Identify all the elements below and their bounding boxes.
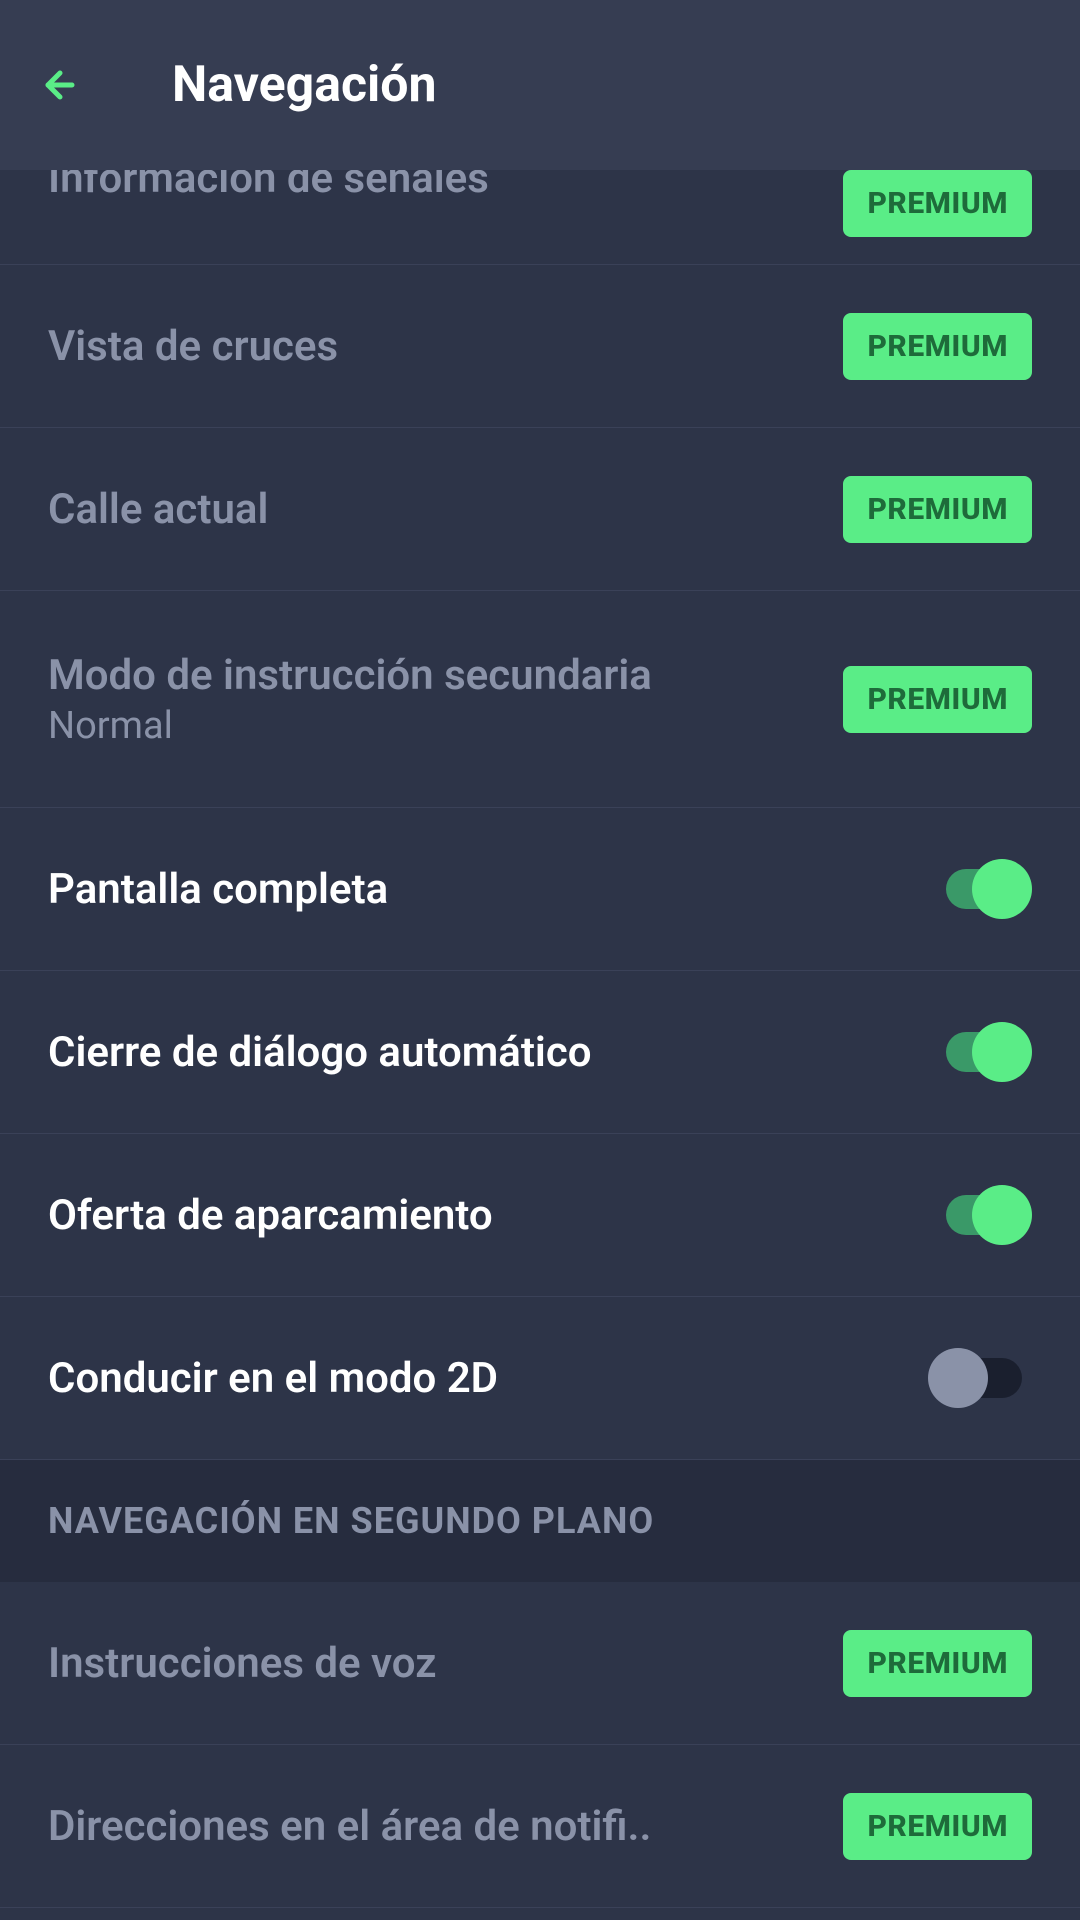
setting-label: Calle actual: [48, 485, 843, 534]
toggle-thumb: [972, 1022, 1032, 1082]
setting-text: Instrucciones de voz: [48, 1639, 843, 1688]
premium-badge[interactable]: PREMIUM: [843, 1793, 1032, 1860]
setting-text: Conducir en el modo 2D: [48, 1354, 936, 1403]
header: Navegación: [0, 0, 1080, 170]
setting-row-signal-info[interactable]: Información de señales PREMIUM: [0, 170, 1080, 265]
setting-row-notification-directions[interactable]: Direcciones en el área de notifi.. PREMI…: [0, 1745, 1080, 1908]
setting-label: Cierre de diálogo automático: [48, 1028, 936, 1077]
setting-text: Calle actual: [48, 485, 843, 534]
setting-row-junction-view[interactable]: Vista de cruces PREMIUM: [0, 265, 1080, 428]
setting-row-auto-close-dialog[interactable]: Cierre de diálogo automático: [0, 971, 1080, 1134]
toggle-fullscreen[interactable]: [936, 859, 1032, 919]
setting-text: Direcciones en el área de notifi..: [48, 1802, 843, 1851]
premium-badge[interactable]: PREMIUM: [843, 666, 1032, 733]
setting-text: Información de señales: [48, 170, 843, 203]
premium-badge[interactable]: PREMIUM: [843, 313, 1032, 380]
settings-list: Información de señales PREMIUM Vista de …: [0, 170, 1080, 1920]
toggle-thumb: [928, 1348, 988, 1408]
setting-label: Vista de cruces: [48, 322, 843, 371]
setting-row-current-street[interactable]: Calle actual PREMIUM: [0, 428, 1080, 591]
setting-text: Pantalla completa: [48, 865, 936, 914]
premium-badge[interactable]: PREMIUM: [843, 1630, 1032, 1697]
premium-badge[interactable]: PREMIUM: [843, 476, 1032, 543]
setting-sublabel: Normal: [48, 704, 843, 748]
toggle-thumb: [972, 859, 1032, 919]
page-title: Navegación: [172, 56, 437, 114]
setting-text: Modo de instrucción secundaria Normal: [48, 651, 843, 748]
premium-badge[interactable]: PREMIUM: [843, 170, 1032, 237]
setting-row-parking-offer[interactable]: Oferta de aparcamiento: [0, 1134, 1080, 1297]
setting-row-voice-instructions[interactable]: Instrucciones de voz PREMIUM: [0, 1582, 1080, 1745]
back-arrow-icon[interactable]: [24, 55, 84, 115]
setting-text: Oferta de aparcamiento: [48, 1191, 936, 1240]
setting-row-secondary-instruction[interactable]: Modo de instrucción secundaria Normal PR…: [0, 591, 1080, 808]
setting-label: Información de señales: [48, 170, 843, 203]
toggle-2d-mode[interactable]: [936, 1348, 1032, 1408]
setting-label: Direcciones en el área de notifi..: [48, 1802, 798, 1851]
setting-label: Modo de instrucción secundaria: [48, 651, 843, 700]
setting-row-drive-2d[interactable]: Conducir en el modo 2D: [0, 1297, 1080, 1460]
section-header-background-nav: NAVEGACIÓN EN SEGUNDO PLANO: [0, 1460, 1080, 1582]
setting-text: Cierre de diálogo automático: [48, 1028, 936, 1077]
setting-text: Vista de cruces: [48, 322, 843, 371]
toggle-thumb: [972, 1185, 1032, 1245]
setting-label: Pantalla completa: [48, 865, 936, 914]
setting-label: Conducir en el modo 2D: [48, 1354, 936, 1403]
toggle-parking[interactable]: [936, 1185, 1032, 1245]
toggle-auto-close[interactable]: [936, 1022, 1032, 1082]
setting-label: Oferta de aparcamiento: [48, 1191, 936, 1240]
setting-label: Instrucciones de voz: [48, 1639, 843, 1688]
setting-row-fullscreen[interactable]: Pantalla completa: [0, 808, 1080, 971]
